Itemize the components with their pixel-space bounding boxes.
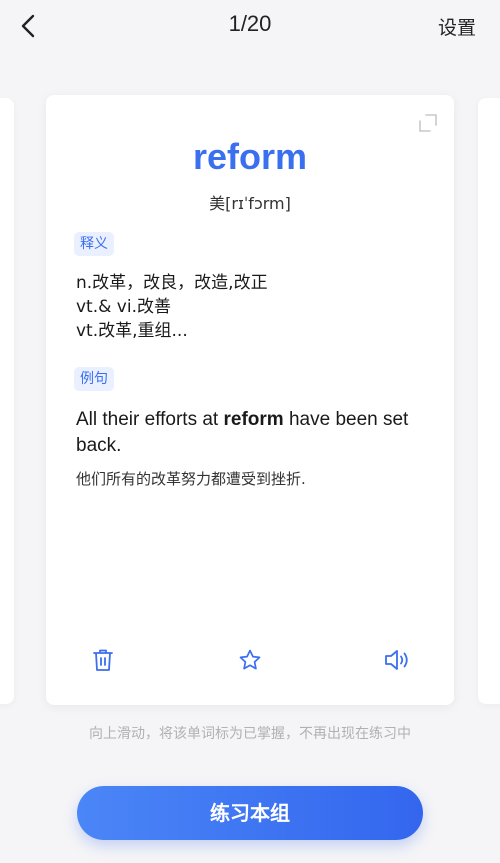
meaning-line: vt.改革,重组... <box>76 321 188 341</box>
favorite-button[interactable] <box>235 645 265 675</box>
meaning-line: vt.& vi.改善 <box>76 297 171 317</box>
card-actions <box>46 645 454 677</box>
back-button[interactable] <box>14 12 42 40</box>
practice-group-button[interactable]: 练习本组 <box>77 786 423 840</box>
meaning-line: n.改革，改良，改造,改正 <box>76 273 268 293</box>
word-card: reform 美[rɪˈfɔrm] 释义 n.改革，改良，改造,改正 vt.& … <box>46 95 454 705</box>
phonetic: 美[rɪˈfɔrm] <box>209 194 291 213</box>
trash-icon <box>93 649 113 671</box>
page-counter: 1/20 <box>228 11 272 36</box>
next-card-edge[interactable] <box>478 98 500 704</box>
pronounce-button[interactable] <box>382 645 412 675</box>
previous-card-edge[interactable] <box>0 98 14 704</box>
example-sentence-zh: 他们所有的改革努力都遭受到挫折. <box>76 470 306 488</box>
delete-button[interactable] <box>88 645 118 675</box>
example-keyword: reform <box>223 409 284 430</box>
star-icon <box>239 649 261 670</box>
example-text-pre: All their efforts at <box>76 409 224 430</box>
chevron-left-icon <box>21 14 35 38</box>
meaning-tag: 释义 <box>74 232 114 256</box>
example-sentence-en: All their efforts at reform have been se… <box>76 407 426 459</box>
top-bar: 1/20 设置 <box>0 0 500 56</box>
settings-button[interactable]: 设置 <box>438 13 476 40</box>
swipe-hint: 向上滑动，将该单词标为已掌握，不再出现在练习中 <box>89 726 411 742</box>
meanings-list: n.改革，改良，改造,改正 vt.& vi.改善 vt.改革,重组... <box>76 271 268 343</box>
speaker-icon <box>385 650 408 670</box>
expand-icon[interactable] <box>418 113 438 133</box>
word-title: reform <box>192 136 308 177</box>
example-tag: 例句 <box>74 367 114 391</box>
